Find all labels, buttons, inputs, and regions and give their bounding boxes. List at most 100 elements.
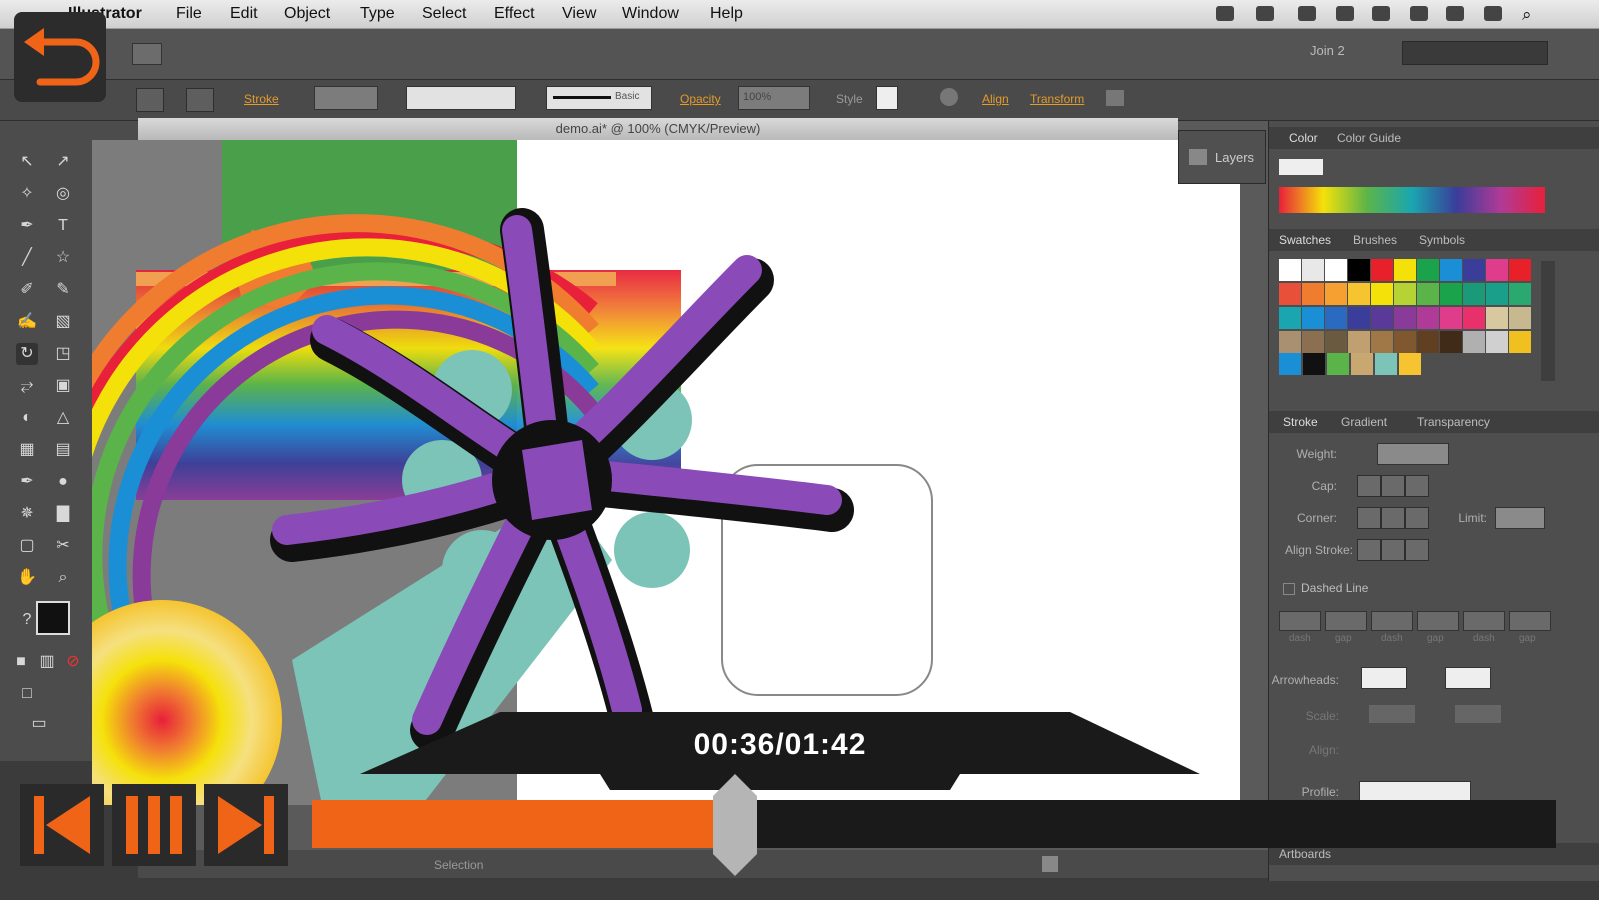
swatch[interactable] — [1417, 283, 1439, 305]
pause-button[interactable] — [112, 784, 196, 866]
swatch[interactable] — [1302, 283, 1324, 305]
width-tool-icon[interactable]: ⥂ — [16, 375, 38, 397]
adobe-icon[interactable] — [1256, 6, 1274, 21]
swatch[interactable] — [1327, 353, 1349, 375]
transform-link[interactable]: Transform — [1030, 92, 1084, 106]
gradient-tool-icon[interactable]: ▤ — [52, 439, 74, 461]
gap-field[interactable] — [1509, 611, 1551, 631]
swatch[interactable] — [1303, 353, 1325, 375]
spotlight-search-icon[interactable]: ⌕ — [1522, 5, 1532, 25]
swatch[interactable] — [1325, 259, 1347, 281]
camera-icon[interactable] — [1216, 6, 1234, 21]
swatch[interactable] — [1279, 353, 1301, 375]
status-tool-name[interactable]: Selection — [434, 858, 483, 872]
menu-edit[interactable]: Edit — [230, 5, 258, 23]
swatch[interactable] — [1463, 259, 1485, 281]
tab-color-guide[interactable]: Color Guide — [1337, 127, 1401, 149]
lasso-tool-icon[interactable]: ◎ — [52, 183, 74, 205]
previous-button[interactable] — [20, 784, 104, 866]
swatch[interactable] — [1463, 283, 1485, 305]
perspective-grid-tool-icon[interactable]: △ — [52, 407, 74, 429]
column-graph-tool-icon[interactable]: ▇ — [52, 503, 74, 525]
volume-icon[interactable] — [1484, 6, 1502, 21]
seek-handle[interactable] — [711, 774, 759, 876]
swatch[interactable] — [1371, 259, 1393, 281]
swatch[interactable] — [1417, 259, 1439, 281]
blend-tool-icon[interactable]: ● — [52, 471, 74, 493]
tab-brushes[interactable]: Brushes — [1353, 229, 1397, 251]
limit-field[interactable] — [1495, 507, 1545, 529]
graphic-style-swatch[interactable] — [876, 86, 898, 110]
tab-color[interactable]: Color — [1289, 127, 1318, 149]
scale-tool-icon[interactable]: ◳ — [52, 343, 74, 365]
pen-tool-icon[interactable]: ✒ — [16, 215, 38, 237]
swatch[interactable] — [1279, 283, 1301, 305]
swatch[interactable] — [1279, 259, 1301, 281]
swatch[interactable] — [1348, 283, 1370, 305]
weight-field[interactable] — [1377, 443, 1449, 465]
eraser-tool-icon[interactable]: ▧ — [52, 311, 74, 333]
swatch[interactable] — [1486, 307, 1508, 329]
stroke-link[interactable]: Stroke — [244, 92, 279, 106]
type-tool-icon[interactable]: T — [52, 215, 74, 237]
swatch[interactable] — [1325, 331, 1347, 353]
swatch[interactable] — [1279, 331, 1301, 353]
miter-join-button[interactable] — [1357, 507, 1381, 529]
tab-transparency[interactable]: Transparency — [1417, 411, 1490, 433]
default-fill-stroke-icon[interactable]: ? — [16, 609, 38, 631]
swatch[interactable] — [1302, 331, 1324, 353]
selection-tool-icon[interactable]: ↖ — [16, 151, 38, 173]
swatch[interactable] — [1351, 353, 1373, 375]
menu-view[interactable]: View — [562, 5, 596, 23]
round-cap-button[interactable] — [1381, 475, 1405, 497]
fill-swatch[interactable] — [136, 88, 164, 112]
paintbrush-tool-icon[interactable]: ✐ — [16, 279, 38, 301]
projecting-cap-button[interactable] — [1405, 475, 1429, 497]
swatch[interactable] — [1463, 331, 1485, 353]
mesh-tool-icon[interactable]: ▦ — [16, 439, 38, 461]
butt-cap-button[interactable] — [1357, 475, 1381, 497]
opacity-field[interactable]: 100% — [738, 86, 810, 110]
swatch[interactable] — [1348, 259, 1370, 281]
swatch[interactable] — [1509, 307, 1531, 329]
tab-swatches[interactable]: Swatches — [1279, 229, 1331, 251]
hand-tool-icon[interactable]: ✋ — [16, 567, 38, 589]
direct-selection-tool-icon[interactable]: ↗ — [52, 151, 74, 173]
magic-wand-tool-icon[interactable]: ✧ — [16, 183, 38, 205]
tab-symbols[interactable]: Symbols — [1419, 229, 1465, 251]
swatch-scrollbar[interactable] — [1541, 261, 1555, 381]
gradient-mode-icon[interactable]: ▥ — [36, 651, 58, 673]
swatch[interactable] — [1486, 259, 1508, 281]
none-mode-icon[interactable]: ⊘ — [62, 651, 84, 673]
variable-width-profile[interactable] — [406, 86, 516, 110]
round-join-button[interactable] — [1381, 507, 1405, 529]
swatch[interactable] — [1394, 307, 1416, 329]
horizontal-scroll-thumb[interactable] — [1042, 856, 1058, 872]
menu-object[interactable]: Object — [284, 5, 330, 23]
star-tool-icon[interactable]: ☆ — [52, 247, 74, 269]
recolor-artwork-icon[interactable] — [940, 88, 958, 106]
stroke-weight-field[interactable] — [314, 86, 378, 110]
swatch[interactable] — [1371, 283, 1393, 305]
dash-field[interactable] — [1371, 611, 1413, 631]
swatch[interactable] — [1394, 331, 1416, 353]
swatch[interactable] — [1302, 259, 1324, 281]
gap-field[interactable] — [1325, 611, 1367, 631]
tab-stroke[interactable]: Stroke — [1283, 411, 1318, 433]
menu-type[interactable]: Type — [360, 5, 395, 23]
document-tab[interactable]: demo.ai* @ 100% (CMYK/Preview) — [138, 118, 1178, 140]
swatch[interactable] — [1509, 259, 1531, 281]
screen-mode-icon[interactable]: ▭ — [28, 713, 50, 735]
swatch[interactable] — [1279, 307, 1301, 329]
next-button[interactable] — [204, 784, 288, 866]
free-transform-tool-icon[interactable]: ▣ — [52, 375, 74, 397]
bell-icon[interactable] — [1336, 6, 1354, 21]
color-mode-icon[interactable]: ■ — [10, 651, 32, 673]
eyedropper-tool-icon[interactable]: ✒ — [16, 471, 38, 493]
swatch[interactable] — [1302, 307, 1324, 329]
align-outside-button[interactable] — [1405, 539, 1429, 561]
fill-stroke-indicator[interactable] — [36, 601, 70, 635]
swatch[interactable] — [1371, 307, 1393, 329]
swatch[interactable] — [1509, 331, 1531, 353]
align-inside-button[interactable] — [1381, 539, 1405, 561]
